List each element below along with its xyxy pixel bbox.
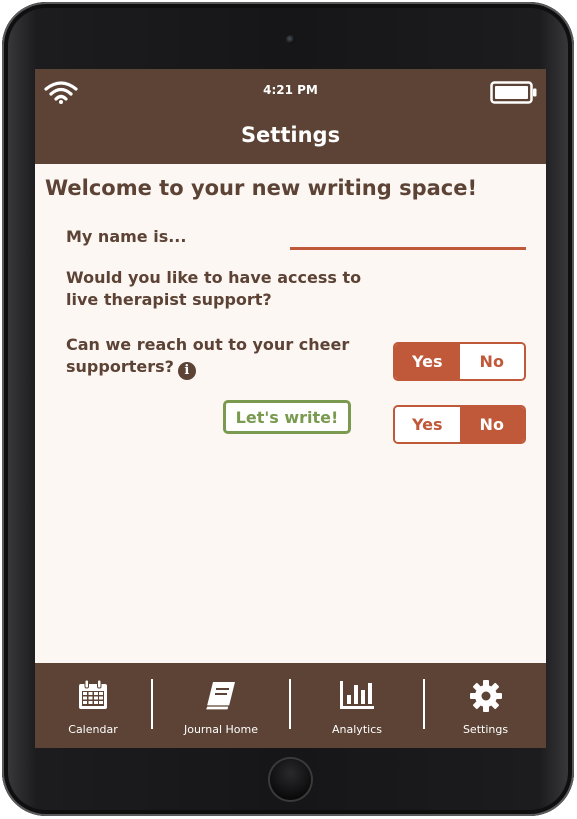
status-bar: 4:21 PM: [35, 69, 546, 114]
therapist-support-question: Would you like to have access to live th…: [66, 267, 386, 311]
status-time: 4:21 PM: [263, 83, 318, 97]
therapist-support-toggle[interactable]: Yes No: [393, 342, 526, 381]
bar-chart-icon: [340, 681, 374, 709]
therapist-support-question-text: Would you like to have access to live th…: [66, 268, 362, 309]
tab-journal-home-label: Journal Home: [183, 723, 259, 736]
cheer-supporters-question-text: Can we reach out to your cheer supporter…: [66, 335, 350, 376]
app-screen: 4:21 PM Settings Welcome to your new wri…: [35, 69, 546, 748]
cheer-supporters-yes-option[interactable]: Yes: [395, 407, 460, 442]
tab-analytics-label: Analytics: [332, 723, 382, 736]
tab-analytics[interactable]: Analytics: [291, 663, 423, 748]
tab-settings[interactable]: Settings: [425, 663, 546, 748]
cheer-supporters-question: Can we reach out to your cheer supporter…: [66, 334, 386, 380]
welcome-heading: Welcome to your new writing space!: [45, 176, 478, 200]
page-title: Settings: [240, 123, 341, 147]
cheer-supporters-no-option[interactable]: No: [459, 407, 524, 442]
battery-icon: [490, 81, 537, 104]
tab-calendar-label: Calendar: [68, 723, 118, 736]
cheer-supporters-toggle[interactable]: Yes No: [393, 405, 526, 444]
name-label: My name is...: [66, 227, 187, 246]
tab-calendar[interactable]: Calendar: [35, 663, 151, 748]
therapist-support-yes-option[interactable]: Yes: [395, 344, 460, 379]
tab-settings-label: Settings: [462, 723, 509, 736]
info-icon[interactable]: i: [177, 362, 196, 380]
nav-bar: Settings: [35, 114, 546, 164]
therapist-support-no-option[interactable]: No: [459, 344, 524, 379]
tab-journal-home[interactable]: Journal Home: [153, 663, 289, 748]
tablet-frame: 4:21 PM Settings Welcome to your new wri…: [2, 2, 574, 816]
tab-bar: Calendar Journal Home Analytics Settings: [35, 663, 546, 748]
book-icon: [205, 682, 235, 711]
front-camera: [286, 35, 295, 44]
lets-write-button[interactable]: Let's write!: [223, 400, 351, 434]
gear-icon: [469, 680, 502, 712]
name-input[interactable]: [290, 223, 526, 250]
settings-form: Welcome to your new writing space! My na…: [35, 164, 546, 663]
home-button[interactable]: [270, 759, 311, 800]
calendar-icon: [79, 679, 107, 709]
